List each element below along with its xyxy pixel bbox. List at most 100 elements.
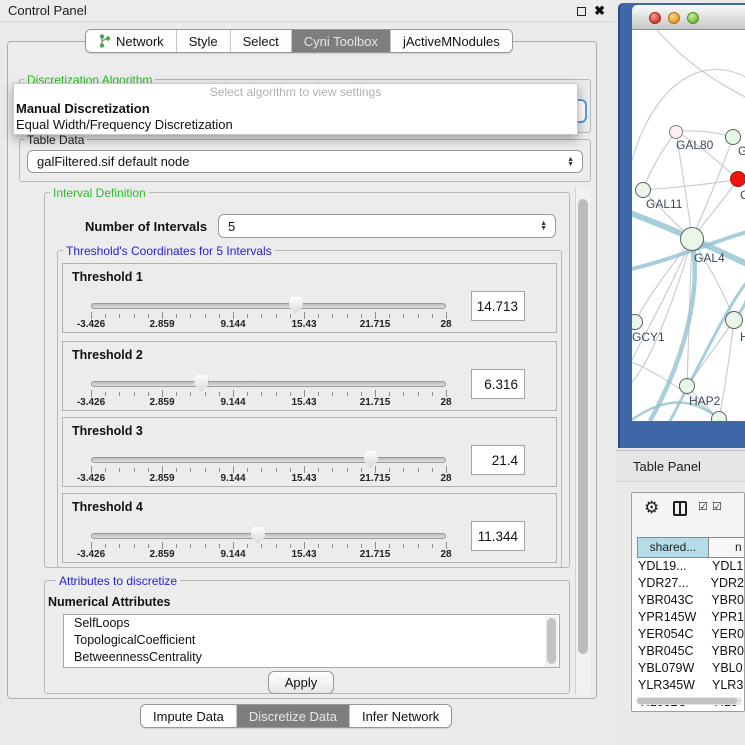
threshold-3-slider[interactable] xyxy=(91,457,446,463)
tab-infer-network[interactable]: Infer Network xyxy=(350,705,451,727)
tick-label: 28 xyxy=(440,319,451,330)
tab-cyni-toolbox[interactable]: Cyni Toolbox xyxy=(292,30,391,52)
table-cell[interactable]: YPR1 xyxy=(708,609,744,626)
table-horizontal-scrollbar[interactable] xyxy=(636,697,742,705)
scrollbar-thumb[interactable] xyxy=(637,698,737,704)
table-cell[interactable]: YBR045C xyxy=(632,643,708,660)
zoom-traffic-light-icon[interactable] xyxy=(687,12,699,24)
threshold-1-value-field[interactable] xyxy=(471,291,525,321)
network-node[interactable] xyxy=(669,125,683,139)
tick-mark xyxy=(389,468,390,472)
network-node[interactable] xyxy=(730,171,745,187)
list-item[interactable]: BetweennessCentrality xyxy=(64,649,559,666)
threshold-label: Threshold 3 xyxy=(72,424,143,438)
numerical-attributes-list[interactable]: SelfLoopsTopologicalCoefficientBetweenne… xyxy=(63,614,560,668)
checkbox-icon[interactable]: ☑ xyxy=(698,500,708,513)
tab-label: Impute Data xyxy=(153,709,224,724)
apply-button[interactable]: Apply xyxy=(268,671,334,694)
tab-discretize-data[interactable]: Discretize Data xyxy=(237,705,350,727)
tab-select[interactable]: Select xyxy=(231,30,292,52)
dropdown-option-equal-width[interactable]: Equal Width/Frequency Discretization xyxy=(14,117,577,133)
list-item[interactable]: TopologicalCoefficient xyxy=(64,632,559,649)
threshold-4-slider[interactable] xyxy=(91,533,446,539)
table-cell[interactable]: YBR043C xyxy=(632,592,708,609)
table-row[interactable]: YBL079WYBL0 xyxy=(632,660,744,677)
tick-mark xyxy=(418,392,419,396)
tab-label: Discretize Data xyxy=(249,709,337,724)
table-cell[interactable]: YDR27... xyxy=(632,575,708,592)
tick-mark xyxy=(205,544,206,548)
table-row[interactable]: YBR045CYBR0 xyxy=(632,643,744,660)
table-data-combobox[interactable]: galFiltered.sif default node ▲▼ xyxy=(27,150,583,173)
table-cell[interactable]: YBR0 xyxy=(708,643,744,660)
table-cell[interactable]: YDR2 xyxy=(708,575,744,592)
tab-network[interactable]: Network xyxy=(86,30,177,52)
dropdown-option-manual[interactable]: Manual Discretization xyxy=(14,101,577,117)
table-row[interactable]: YDL19...YDL1 xyxy=(632,558,744,575)
table-cell[interactable]: YLR3 xyxy=(709,677,743,694)
tab-jactivemnodules[interactable]: jActiveMNodules xyxy=(391,30,512,52)
threshold-3-panel: Threshold 3 -3.4262.8599.14415.4321.7152… xyxy=(62,417,557,487)
network-window-titlebar[interactable] xyxy=(632,5,745,30)
tick-mark xyxy=(418,314,419,318)
tick-label: 2.859 xyxy=(149,397,174,408)
tick-mark xyxy=(318,544,319,548)
table-cell[interactable]: YBL079W xyxy=(632,660,709,677)
table-cell[interactable]: YBR0 xyxy=(708,592,744,609)
tick-mark xyxy=(446,466,447,473)
threshold-4-value-field[interactable] xyxy=(471,521,525,551)
threshold-2-slider[interactable] xyxy=(91,381,446,387)
table-row[interactable]: YPR145WYPR1 xyxy=(632,609,744,626)
list-item[interactable]: SelfLoops xyxy=(64,615,559,632)
network-icon xyxy=(98,34,111,48)
table-cell[interactable]: YLR345W xyxy=(632,677,709,694)
table-cell[interactable]: YDL19... xyxy=(632,558,709,575)
float-window-icon[interactable] xyxy=(577,7,586,16)
table-row[interactable]: YBR043CYBR0 xyxy=(632,592,744,609)
table-panel-title: Table Panel xyxy=(616,451,745,483)
column-header-shared-name[interactable]: shared... xyxy=(637,537,709,558)
network-node[interactable] xyxy=(680,227,704,251)
table-row[interactable]: YER054CYER0 xyxy=(632,626,744,643)
table-row[interactable]: YDR27...YDR2 xyxy=(632,575,744,592)
threshold-3-value-field[interactable] xyxy=(471,445,525,475)
threshold-1-slider[interactable] xyxy=(91,303,446,309)
network-canvas[interactable]: GAL80 G C GAL11 GAL4 GCY1 H HAP2 xyxy=(632,30,745,421)
tab-style[interactable]: Style xyxy=(177,30,231,52)
close-traffic-light-icon[interactable] xyxy=(649,12,661,24)
checkbox-icon[interactable]: ☑ xyxy=(712,500,722,513)
tab-label: Infer Network xyxy=(362,709,439,724)
table-cell[interactable]: YER054C xyxy=(632,626,708,643)
tick-label: 9.144 xyxy=(220,473,245,484)
network-node[interactable] xyxy=(679,378,695,394)
minimize-traffic-light-icon[interactable] xyxy=(668,12,680,24)
panel-title: Control Panel xyxy=(8,0,87,22)
gear-icon[interactable]: ⚙ xyxy=(644,498,659,518)
table-cell[interactable]: YER0 xyxy=(708,626,744,643)
tick-mark xyxy=(389,314,390,318)
tick-mark xyxy=(446,390,447,397)
settings-scrollbar[interactable] xyxy=(575,187,590,695)
network-node[interactable] xyxy=(711,411,727,421)
num-intervals-combobox[interactable]: 5 ▲▼ xyxy=(218,214,556,238)
network-node[interactable] xyxy=(635,182,651,198)
list-scrollbar[interactable] xyxy=(545,616,558,668)
column-header-name[interactable]: n xyxy=(709,537,745,558)
table-cell[interactable]: YBL0 xyxy=(709,660,743,677)
tick-label: 15.43 xyxy=(291,549,316,560)
network-node[interactable] xyxy=(725,129,741,145)
table-cell[interactable]: YPR145W xyxy=(632,609,708,626)
tick-mark xyxy=(304,542,305,549)
tick-label: 21.715 xyxy=(360,549,391,560)
close-icon[interactable]: ✖ xyxy=(594,3,605,19)
threshold-1-panel: Threshold 1 -3.4262.8599.14415.4321.7152… xyxy=(62,263,557,333)
tab-impute-data[interactable]: Impute Data xyxy=(141,705,237,727)
threshold-2-value-field[interactable] xyxy=(471,369,525,399)
tick-mark xyxy=(432,392,433,396)
tick-label: 2.859 xyxy=(149,319,174,330)
network-node[interactable] xyxy=(725,311,743,329)
table-row[interactable]: YLR345WYLR3 xyxy=(632,677,744,694)
scrollbar-thumb[interactable] xyxy=(578,199,588,654)
table-cell[interactable]: YDL1 xyxy=(709,558,743,575)
columns-icon[interactable] xyxy=(673,501,687,516)
